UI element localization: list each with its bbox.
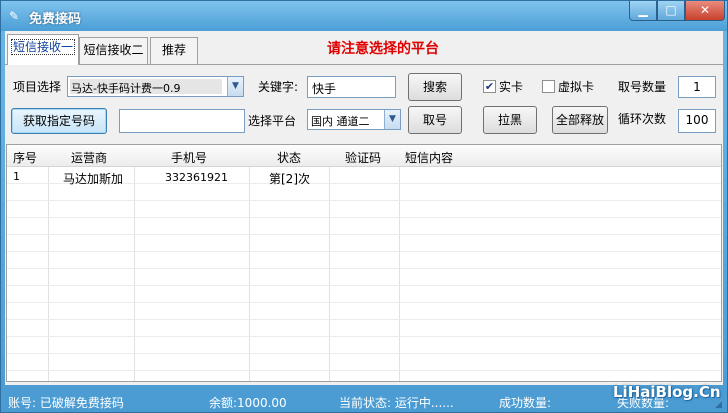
fetch-count-label: 取号数量: [618, 80, 667, 94]
chevron-down-icon[interactable]: ▼: [384, 110, 400, 129]
minimize-button[interactable]: ▁: [629, 1, 657, 21]
status-success-count: 成功数量:: [499, 396, 552, 410]
keyword-input[interactable]: 快手: [307, 76, 396, 98]
fetch-number-button[interactable]: 取号: [408, 106, 462, 134]
column-header-index[interactable]: 序号: [13, 149, 37, 166]
virtual-card-checkbox[interactable]: 虚拟卡: [542, 78, 594, 95]
row-divider: [7, 217, 721, 218]
project-select[interactable]: 马达-快手码计费一0.9 ▼: [67, 76, 244, 97]
row-divider: [7, 319, 721, 320]
status-state: 当前状态: 运行中......: [339, 396, 454, 410]
checkbox-checked-icon: ✔: [483, 80, 496, 93]
resize-grip-icon[interactable]: ◢: [715, 400, 725, 410]
cell-phone: 332361921: [165, 171, 228, 184]
cell-status: 第[2]次: [269, 172, 310, 186]
cell-index: 1: [13, 170, 20, 183]
tab-divider: [5, 64, 723, 65]
checkbox-empty-icon: [542, 80, 555, 93]
column-divider: [330, 145, 400, 381]
loop-count-input[interactable]: 100: [678, 109, 716, 133]
platform-notice: 请注意选择的平台: [327, 41, 439, 57]
title-bar[interactable]: ✎ 免费接码 ▁ □ ✕: [1, 1, 727, 31]
real-card-label: 实卡: [499, 80, 524, 94]
virtual-card-label: 虚拟卡: [558, 80, 595, 94]
keyword-label: 关键字:: [258, 80, 299, 94]
column-header-phone[interactable]: 手机号: [171, 149, 207, 166]
platform-select-value: 国内 通道二: [311, 115, 370, 128]
release-all-button[interactable]: 全部释放: [552, 106, 608, 134]
search-button[interactable]: 搜索: [408, 73, 462, 101]
project-label: 项目选择: [13, 80, 62, 94]
client-area: 短信接收一 短信接收二 推荐 请注意选择的平台 项目选择 马达-快手码计费一0.…: [5, 31, 723, 385]
real-card-checkbox[interactable]: ✔ 实卡: [483, 78, 523, 95]
row-divider: [7, 234, 721, 235]
status-balance: 余额:1000.00: [209, 396, 287, 410]
column-header-sms-content[interactable]: 短信内容: [405, 149, 453, 166]
site-watermark: LiHaiBlog.Cn: [613, 383, 721, 401]
blacklist-button[interactable]: 拉黑: [483, 106, 537, 134]
column-header-carrier[interactable]: 运营商: [71, 149, 107, 166]
row-divider: [7, 285, 721, 286]
row-divider: [7, 251, 721, 252]
table-header: 序号 运营商 手机号 状态 验证码 短信内容: [7, 145, 721, 167]
row-divider: [7, 268, 721, 269]
app-window: ✎ 免费接码 ▁ □ ✕ 短信接收一 短信接收二 推荐 请注意选择的平台 项目选…: [0, 0, 728, 413]
get-specified-number-button[interactable]: 获取指定号码: [11, 108, 107, 134]
column-header-code[interactable]: 验证码: [345, 149, 381, 166]
tab-recommend[interactable]: 推荐: [150, 37, 198, 64]
project-select-value: 马达-快手码计费一0.9: [71, 82, 181, 95]
row-divider: [7, 200, 721, 201]
row-divider: [7, 353, 721, 354]
row-divider: [7, 302, 721, 303]
tab-sms-receive-2[interactable]: 短信接收二: [79, 37, 148, 64]
maximize-button[interactable]: □: [657, 1, 685, 21]
cell-carrier: 马达加斯加: [63, 172, 124, 186]
chevron-down-icon[interactable]: ▼: [227, 77, 243, 96]
platform-select[interactable]: 国内 通道二 ▼: [307, 109, 401, 130]
row-divider: [7, 370, 721, 371]
window-title: 免费接码: [29, 12, 82, 27]
close-button[interactable]: ✕: [685, 1, 725, 21]
row-divider: [7, 336, 721, 337]
status-account: 账号: 已破解免费接码: [8, 396, 124, 410]
platform-label: 选择平台: [248, 114, 297, 128]
column-header-status[interactable]: 状态: [277, 149, 301, 166]
fetch-count-input[interactable]: 1: [678, 76, 716, 98]
loop-count-label: 循环次数: [618, 112, 667, 126]
specified-number-input[interactable]: [119, 109, 245, 133]
tab-sms-receive-1[interactable]: 短信接收一: [7, 34, 79, 65]
sms-table[interactable]: 序号 运营商 手机号 状态 验证码 短信内容 1 马达加斯加 332361921…: [6, 144, 722, 382]
pen-icon: ✎: [9, 9, 20, 23]
